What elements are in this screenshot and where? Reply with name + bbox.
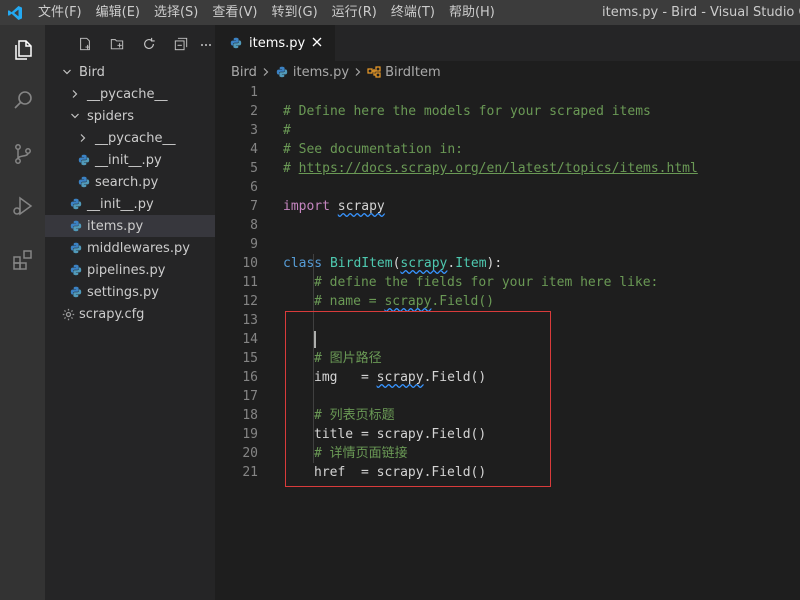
line-number: 11 (242, 275, 258, 290)
tree-file-settings[interactable]: settings.py (45, 281, 215, 303)
line-number: 21 (242, 465, 258, 480)
menu-help[interactable]: 帮助(H) (441, 0, 501, 25)
search-icon[interactable] (0, 77, 45, 122)
tree-file-scrapy-cfg[interactable]: scrapy.cfg (45, 303, 215, 325)
menu-selection[interactable]: 选择(S) (146, 0, 204, 25)
python-file-icon (77, 153, 91, 167)
close-icon[interactable] (309, 34, 325, 50)
chevron-right-icon (75, 130, 91, 146)
line-number: 19 (242, 427, 258, 442)
line-number: 1 (250, 85, 258, 100)
chevron-down-icon (67, 108, 83, 124)
line-number: 7 (250, 199, 258, 214)
more-actions-icon[interactable] (197, 33, 215, 55)
tree-folder-spiders[interactable]: spiders (45, 105, 215, 127)
tree-item-label: settings.py (87, 284, 159, 300)
python-file-icon (69, 263, 83, 277)
new-folder-icon[interactable] (101, 33, 133, 55)
tree-item-label: __pycache__ (95, 130, 176, 146)
python-file-icon (69, 197, 83, 211)
class-symbol-icon (367, 66, 381, 78)
title-bar: 文件(F) 编辑(E) 选择(S) 查看(V) 转到(G) 运行(R) 终端(T… (0, 0, 800, 25)
tree-file-init[interactable]: __init__.py (45, 193, 215, 215)
line-number: 13 (242, 313, 258, 328)
tree-item-label: search.py (95, 174, 159, 190)
menu-edit[interactable]: 编辑(E) (88, 0, 146, 25)
tree-item-label: __init__.py (95, 152, 162, 168)
line-number: 17 (242, 389, 258, 404)
explorer-sidebar: Bird __pycache__ spiders __pycache__ __i… (45, 25, 215, 600)
new-file-icon[interactable] (69, 33, 101, 55)
python-file-icon (77, 175, 91, 189)
line-number: 14 (242, 332, 258, 347)
line-number: 6 (250, 180, 258, 195)
window-title: items.py - Bird - Visual Studio Code [管 (602, 5, 800, 20)
line-number: 16 (242, 370, 258, 385)
line-number: 5 (250, 161, 258, 176)
collapse-all-icon[interactable] (165, 33, 197, 55)
tab-label: items.py (249, 35, 306, 51)
tree-folder-spiders-pycache[interactable]: __pycache__ (45, 127, 215, 149)
menu-terminal[interactable]: 终端(T) (383, 0, 441, 25)
tree-item-label: pipelines.py (87, 262, 166, 278)
tree-file-spiders-init[interactable]: __init__.py (45, 149, 215, 171)
chevron-down-icon (59, 64, 75, 80)
tree-file-items[interactable]: items.py (45, 215, 215, 237)
explorer-toolbar (45, 25, 215, 62)
tree-file-middlewares[interactable]: middlewares.py (45, 237, 215, 259)
tree-item-label: __pycache__ (87, 86, 168, 102)
tree-item-label: __init__.py (87, 196, 154, 212)
line-number: 9 (250, 237, 258, 252)
line-number: 8 (250, 218, 258, 233)
breadcrumb: Bird items.py BirdItem (231, 61, 441, 83)
menu-view[interactable]: 查看(V) (204, 0, 263, 25)
tree-folder-pycache[interactable]: __pycache__ (45, 83, 215, 105)
line-number: 4 (250, 142, 258, 157)
highlight-annotation-box (285, 311, 551, 487)
run-debug-icon[interactable] (0, 183, 45, 228)
menu-file[interactable]: 文件(F) (30, 0, 88, 25)
tree-folder-bird[interactable]: Bird (45, 61, 215, 83)
tree-item-label: scrapy.cfg (79, 306, 145, 322)
breadcrumb-file[interactable]: items.py (293, 65, 349, 80)
tab-items-py[interactable]: items.py (215, 25, 335, 61)
menu-bar: 文件(F) 编辑(E) 选择(S) 查看(V) 转到(G) 运行(R) 终端(T… (30, 0, 501, 25)
tree-item-label: spiders (87, 108, 135, 124)
breadcrumb-folder[interactable]: Bird (231, 65, 257, 80)
gear-icon (61, 307, 75, 321)
chevron-right-icon (354, 67, 362, 77)
python-file-icon (275, 65, 289, 79)
extensions-icon[interactable] (0, 237, 45, 282)
vscode-logo-icon (0, 0, 30, 25)
line-number: 18 (242, 408, 258, 423)
line-number: 3 (250, 123, 258, 138)
line-number: 20 (242, 446, 258, 461)
line-number: 15 (242, 351, 258, 366)
menu-go[interactable]: 转到(G) (263, 0, 323, 25)
chevron-right-icon (67, 86, 83, 102)
python-file-icon (69, 285, 83, 299)
menu-run[interactable]: 运行(R) (324, 0, 383, 25)
line-number: 10 (242, 256, 258, 271)
tree-file-pipelines[interactable]: pipelines.py (45, 259, 215, 281)
chevron-right-icon (262, 67, 270, 77)
tab-bar: items.py (215, 25, 800, 61)
line-number: 12 (242, 294, 258, 309)
source-control-icon[interactable] (0, 131, 45, 176)
python-file-icon (69, 241, 83, 255)
tree-item-label: middlewares.py (87, 240, 190, 256)
refresh-icon[interactable] (133, 33, 165, 55)
line-number: 2 (250, 104, 258, 119)
tree-item-label: Bird (79, 64, 105, 80)
python-file-icon (229, 36, 243, 50)
activity-bar (0, 25, 45, 600)
breadcrumb-symbol[interactable]: BirdItem (385, 65, 441, 80)
tree-file-search[interactable]: search.py (45, 171, 215, 193)
python-file-icon (69, 219, 83, 233)
tree-item-label: items.py (87, 218, 144, 234)
explorer-icon[interactable] (0, 27, 45, 72)
